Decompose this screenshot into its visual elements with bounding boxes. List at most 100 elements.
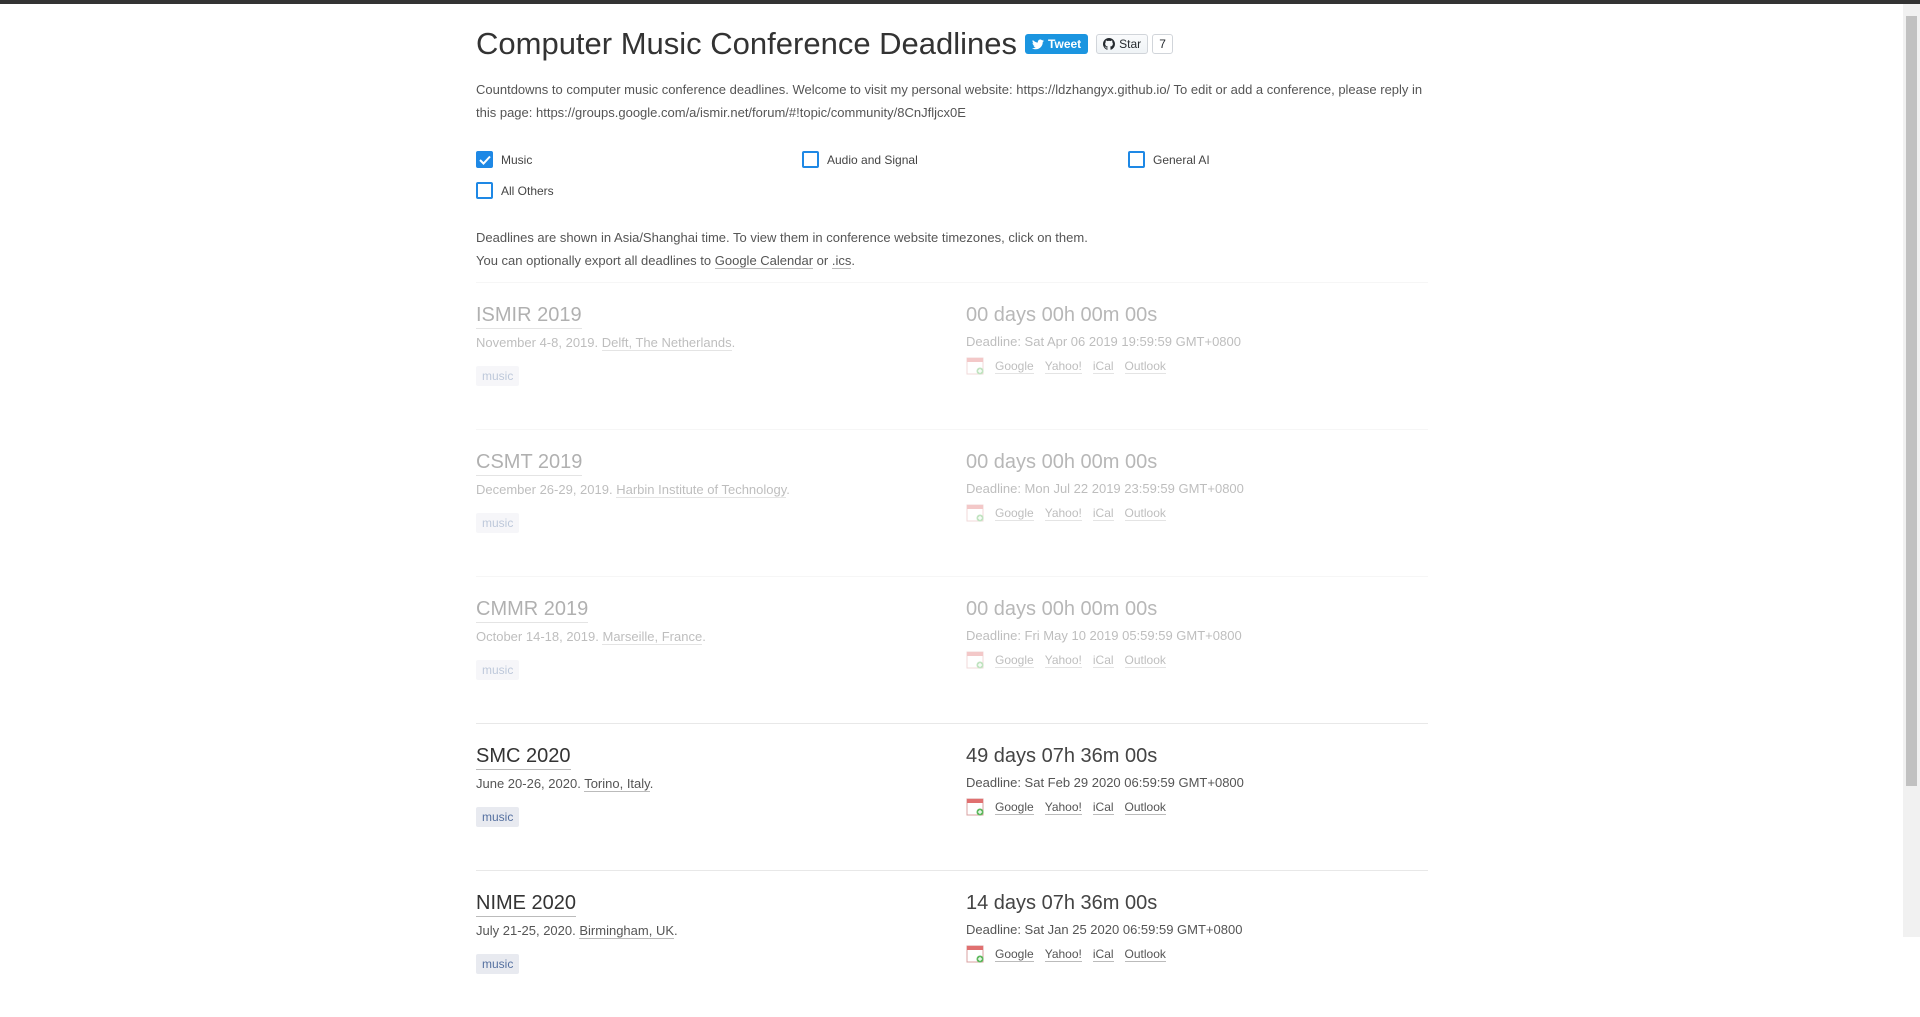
github-icon [1103,38,1116,50]
countdown: 00 days 00h 00m 00s [966,451,1158,473]
outlook-link[interactable]: Outlook [1124,800,1166,815]
outlook-link[interactable]: Outlook [1124,506,1166,521]
conference-meta: November 4-8, 2019. Delft, The Netherlan… [476,335,736,351]
ical-link[interactable]: iCal [1092,800,1114,815]
star-count[interactable]: 7 [1152,34,1173,54]
conference-meta: October 14-18, 2019. Marseille, France. [476,629,706,645]
filter-music[interactable]: Music [476,150,802,169]
checkbox-all-others[interactable] [476,182,493,199]
google-link[interactable]: Google [995,653,1034,668]
filter-label: Audio and Signal [827,152,918,167]
category-filters: Music Audio and Signal General AI All Ot… [476,150,1428,200]
yahoo-link[interactable]: Yahoo! [1044,800,1082,815]
countdown: 00 days 00h 00m 00s [966,598,1158,620]
conference-item: NIME 2020 July 21-25, 2020. Birmingham, … [476,870,1428,1017]
countdown: 49 days 07h 36m 00s [966,745,1158,767]
ical-link[interactable]: iCal [1092,359,1114,374]
conference-name[interactable]: CMMR 2019 [476,597,589,623]
conference-name[interactable]: SMC 2020 [476,744,571,770]
filter-general-ai[interactable]: General AI [1128,150,1428,169]
header: Computer Music Conference Deadlines Twee… [476,24,1428,64]
add-to-calendar: Google Yahoo! iCal Outlook [966,651,1426,669]
conference-info: NIME 2020 July 21-25, 2020. Birmingham, … [476,891,956,974]
conference-name[interactable]: ISMIR 2019 [476,303,582,329]
filter-label: Music [501,152,533,167]
ics-link[interactable]: .ics [831,253,852,269]
conference-item: SMC 2020 June 20-26, 2020. Torino, Italy… [476,723,1428,870]
conference-deadline-block: 00 days 00h 00m 00s Deadline: Mon Jul 22… [966,450,1426,522]
filter-label: All Others [501,183,554,198]
tweet-button[interactable]: Tweet [1025,34,1089,54]
conference-meta: June 20-26, 2020. Torino, Italy. [476,776,654,792]
conference-info: ISMIR 2019 November 4-8, 2019. Delft, Th… [476,303,956,386]
ical-link[interactable]: iCal [1092,653,1114,668]
countdown: 14 days 07h 36m 00s [966,892,1158,914]
calendar-add-icon [966,357,984,375]
deadline-text[interactable]: Deadline: Mon Jul 22 2019 23:59:59 GMT+0… [966,481,1426,496]
conference-meta: December 26-29, 2019. Harbin Institute o… [476,482,790,498]
deadline-text[interactable]: Deadline: Fri May 10 2019 05:59:59 GMT+0… [966,628,1426,643]
github-star-button[interactable]: Star [1096,34,1149,54]
conference-list: ISMIR 2019 November 4-8, 2019. Delft, Th… [476,282,1428,1017]
conference-tag[interactable]: music [476,807,520,827]
google-link[interactable]: Google [995,506,1034,521]
deadline-text[interactable]: Deadline: Sat Feb 29 2020 06:59:59 GMT+0… [966,775,1426,790]
scrollbar-thumb[interactable] [1906,16,1917,786]
page-container: Computer Music Conference Deadlines Twee… [476,4,1428,1017]
note-prefix: You can optionally export all deadlines … [476,253,715,268]
conference-info: CSMT 2019 December 26-29, 2019. Harbin I… [476,450,956,533]
conference-place[interactable]: Delft, The Netherlands [601,335,732,351]
conference-dates: October 14-18, 2019. [476,629,603,644]
note-line: Deadlines are shown in Asia/Shanghai tim… [476,230,1088,245]
star-label: Star [1119,37,1142,51]
deadline-text[interactable]: Deadline: Sat Jan 25 2020 06:59:59 GMT+0… [966,922,1426,937]
conference-info: SMC 2020 June 20-26, 2020. Torino, Italy… [476,744,956,827]
yahoo-link[interactable]: Yahoo! [1044,359,1082,374]
conference-tag[interactable]: music [476,660,520,680]
conference-dates: July 21-25, 2020. [476,923,580,938]
tweet-label: Tweet [1048,37,1082,51]
ical-link[interactable]: iCal [1092,947,1114,962]
deadline-text[interactable]: Deadline: Sat Apr 06 2019 19:59:59 GMT+0… [966,334,1426,349]
conference-name[interactable]: CSMT 2019 [476,450,583,476]
conference-deadline-block: 00 days 00h 00m 00s Deadline: Fri May 10… [966,597,1426,669]
checkbox-general-ai[interactable] [1128,151,1145,168]
conference-dates: June 20-26, 2020. [476,776,585,791]
countdown: 00 days 00h 00m 00s [966,304,1158,326]
checkbox-music[interactable] [476,151,493,168]
calendar-add-icon [966,504,984,522]
conference-place[interactable]: Torino, Italy [584,776,650,792]
conference-name[interactable]: NIME 2020 [476,891,577,917]
yahoo-link[interactable]: Yahoo! [1044,506,1082,521]
conference-meta: July 21-25, 2020. Birmingham, UK. [476,923,678,939]
add-to-calendar: Google Yahoo! iCal Outlook [966,945,1426,963]
intro-line: Countdowns to computer music conference … [476,82,1423,97]
google-link[interactable]: Google [995,947,1034,962]
outlook-link[interactable]: Outlook [1124,947,1166,962]
vertical-scrollbar[interactable] [1903,4,1920,937]
conference-item: ISMIR 2019 November 4-8, 2019. Delft, Th… [476,282,1428,429]
filter-audio-and-signal[interactable]: Audio and Signal [802,150,1128,169]
conference-item: CSMT 2019 December 26-29, 2019. Harbin I… [476,429,1428,576]
google-link[interactable]: Google [995,800,1034,815]
conference-tag[interactable]: music [476,366,520,386]
conference-tag[interactable]: music [476,513,520,533]
calendar-add-icon [966,798,984,816]
google-link[interactable]: Google [995,359,1034,374]
conference-place[interactable]: Harbin Institute of Technology [616,482,787,498]
outlook-link[interactable]: Outlook [1124,359,1166,374]
intro-text: Countdowns to computer music conference … [476,78,1428,124]
conference-place[interactable]: Marseille, France [602,629,703,645]
checkbox-audio-and-signal[interactable] [802,151,819,168]
filter-all-others[interactable]: All Others [476,181,802,200]
google-calendar-link[interactable]: Google Calendar [714,253,814,269]
note-or: or [813,253,832,268]
ical-link[interactable]: iCal [1092,506,1114,521]
conference-tag[interactable]: music [476,954,520,974]
page-title: Computer Music Conference Deadlines [476,26,1018,61]
yahoo-link[interactable]: Yahoo! [1044,653,1082,668]
conference-info: CMMR 2019 October 14-18, 2019. Marseille… [476,597,956,680]
twitter-icon [1032,39,1045,49]
yahoo-link[interactable]: Yahoo! [1044,947,1082,962]
outlook-link[interactable]: Outlook [1124,653,1166,668]
